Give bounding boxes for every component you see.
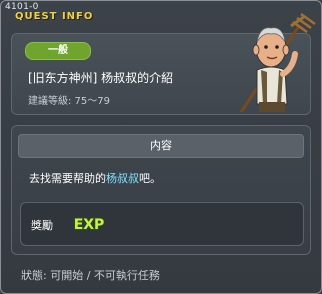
- category-badge: 一般: [25, 42, 91, 60]
- description-text: 去找需要帮助的: [29, 172, 106, 185]
- quest-name: [旧东方神州] 杨叔叔的介紹: [28, 71, 174, 85]
- reward-box: 獎勵 EXP: [20, 202, 304, 246]
- quest-header: 一般 [旧东方神州] 杨叔叔的介紹 建議等級: 75～79: [11, 12, 316, 115]
- svg-text:EXP: EXP: [74, 217, 105, 233]
- reward-label: 獎勵: [31, 219, 53, 232]
- quest-content-panel: 内容 去找需要帮助的杨叔叔吧。 獎勵 EXP: [11, 125, 311, 255]
- npc-portrait-icon: [239, 12, 316, 112]
- quest-description: 去找需要帮助的杨叔叔吧。: [29, 170, 161, 186]
- exp-icon[interactable]: EXP: [69, 214, 109, 234]
- description-text-end: 吧。: [139, 172, 161, 185]
- content-section-title: 内容: [18, 134, 304, 158]
- npc-name-link[interactable]: 杨叔叔: [106, 172, 139, 185]
- window-title: QUEST INFO: [15, 11, 94, 22]
- recommended-level: 建議等級: 75～79: [28, 96, 110, 107]
- quest-info-window: 4101-0 QUEST INFO 一般 [旧东方神州] 杨叔叔的介紹 建議等級…: [0, 0, 322, 294]
- quest-status: 狀態: 可開始 / 不可執行任務: [21, 269, 160, 282]
